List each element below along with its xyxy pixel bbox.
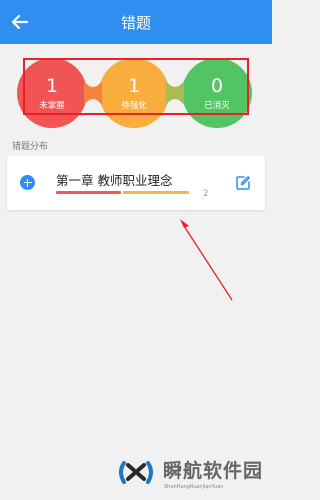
watermark-subtext: ShunHangRuanJianYuan xyxy=(164,484,224,490)
annotation-arrow xyxy=(180,219,233,301)
watermark-text: 瞬航软件园 xyxy=(163,460,264,482)
watermark-logo-icon xyxy=(119,461,153,484)
